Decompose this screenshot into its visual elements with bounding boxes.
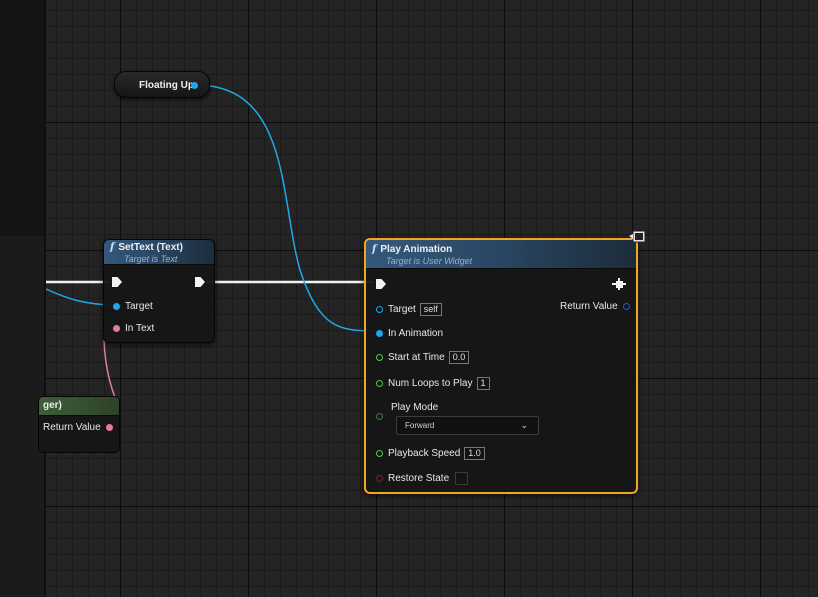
settext-target-pin-row[interactable]: Target bbox=[113, 301, 153, 312]
settext-node[interactable]: f SetText (Text) Target is Text Target In… bbox=[103, 239, 215, 343]
play-animation-title-text: Play Animation bbox=[380, 244, 453, 255]
move-cursor-icon bbox=[612, 278, 626, 290]
partial-return-row[interactable]: Return Value bbox=[43, 422, 113, 433]
play-return-label: Return Value bbox=[560, 301, 618, 312]
restore-state-checkbox[interactable] bbox=[455, 472, 469, 485]
target-pin[interactable] bbox=[113, 303, 120, 310]
settext-title: f SetText (Text) bbox=[110, 242, 208, 254]
settext-title-text: SetText (Text) bbox=[118, 242, 183, 253]
partial-return-pin[interactable] bbox=[105, 424, 113, 431]
play-animation-node[interactable]: f Play Animation Target is User Widget Ta… bbox=[364, 238, 638, 494]
function-icon: f bbox=[110, 242, 115, 253]
play-mode-pin[interactable] bbox=[376, 413, 383, 420]
play-speed-row[interactable]: Playback Speed 1.0 bbox=[376, 447, 485, 460]
play-mode-dropdown[interactable]: Forward ⌄ bbox=[396, 416, 539, 435]
start-time-label: Start at Time bbox=[388, 352, 445, 363]
play-start-time-row[interactable]: Start at Time 0.0 bbox=[376, 351, 470, 364]
play-in-animation-row[interactable]: In Animation bbox=[376, 328, 443, 339]
floating-up-label: Floating Up bbox=[139, 80, 194, 91]
partial-function-node[interactable]: ger) Return Value bbox=[38, 396, 120, 453]
floating-up-output-pin[interactable] bbox=[191, 82, 198, 89]
return-value-pin[interactable] bbox=[622, 303, 630, 310]
play-exec-out[interactable] bbox=[610, 276, 628, 292]
exec-out-pin[interactable] bbox=[195, 277, 205, 287]
partial-node-title: ger) bbox=[43, 400, 62, 411]
play-mode-selected: Forward bbox=[405, 421, 435, 430]
target-value[interactable]: self bbox=[419, 303, 442, 316]
play-mode-pin-row[interactable] bbox=[376, 413, 388, 420]
in-animation-pin[interactable] bbox=[376, 330, 383, 337]
play-exec-in[interactable] bbox=[376, 279, 386, 289]
function-icon: f bbox=[372, 244, 377, 255]
chevron-down-icon: ⌄ bbox=[520, 420, 528, 430]
play-mode-label: Play Mode bbox=[391, 402, 439, 413]
in-animation-label: In Animation bbox=[388, 328, 444, 339]
exec-in-pin[interactable] bbox=[112, 277, 122, 287]
playback-speed-label: Playback Speed bbox=[388, 448, 461, 459]
playback-speed-pin[interactable] bbox=[376, 450, 383, 457]
settext-intext-pin-row[interactable]: In Text bbox=[113, 323, 154, 334]
floating-up-node[interactable]: Floating Up bbox=[114, 71, 210, 98]
start-time-value[interactable]: 0.0 bbox=[448, 351, 470, 364]
exec-in-pin[interactable] bbox=[376, 279, 386, 289]
play-animation-title: f Play Animation bbox=[372, 244, 630, 256]
num-loops-value[interactable]: 1 bbox=[476, 377, 490, 390]
play-target-label: Target bbox=[388, 304, 416, 315]
play-animation-header: f Play Animation Target is User Widget bbox=[366, 240, 636, 269]
play-return-row[interactable]: Return Value bbox=[560, 301, 630, 312]
num-loops-pin[interactable] bbox=[376, 380, 383, 387]
settext-exec-out[interactable] bbox=[195, 277, 205, 287]
playback-speed-value[interactable]: 1.0 bbox=[464, 447, 485, 460]
restore-state-label: Restore State bbox=[388, 473, 450, 484]
start-time-pin[interactable] bbox=[376, 354, 383, 361]
comment-bubble-icon[interactable] bbox=[628, 230, 646, 246]
settext-header: f SetText (Text) Target is Text bbox=[104, 240, 214, 265]
play-restore-row[interactable]: Restore State bbox=[376, 472, 469, 485]
text-wire[interactable] bbox=[103, 339, 117, 401]
play-animation-subtitle: Target is User Widget bbox=[386, 256, 473, 266]
in-text-pin[interactable] bbox=[113, 325, 120, 332]
num-loops-label: Num Loops to Play bbox=[388, 378, 473, 389]
settext-target-label: Target bbox=[125, 301, 153, 312]
play-num-loops-row[interactable]: Num Loops to Play 1 bbox=[376, 377, 490, 390]
restore-state-pin[interactable] bbox=[376, 475, 383, 482]
play-mode-label-row: Play Mode bbox=[391, 402, 438, 413]
partial-return-label: Return Value bbox=[43, 422, 101, 433]
play-target-row[interactable]: Target self bbox=[376, 303, 442, 316]
settext-intext-label: In Text bbox=[125, 323, 155, 334]
settext-exec-in[interactable] bbox=[112, 277, 122, 287]
settext-subtitle: Target is Text bbox=[124, 254, 178, 264]
target-pin[interactable] bbox=[376, 306, 383, 313]
animation-wire[interactable] bbox=[195, 84, 379, 332]
